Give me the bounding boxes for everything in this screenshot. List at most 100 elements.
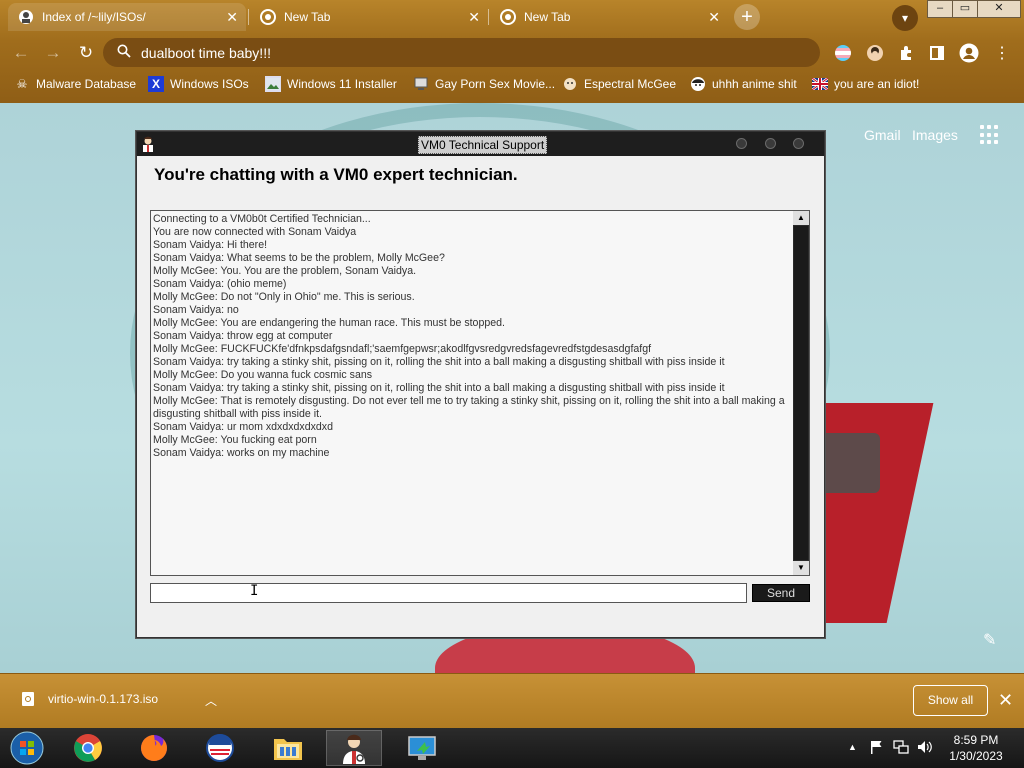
- obama-logo-icon[interactable]: [192, 730, 248, 766]
- download-file-name: virtio-win-0.1.173.iso: [48, 692, 159, 706]
- google-apps-grid-icon[interactable]: [980, 125, 1000, 145]
- chat-message: Molly McGee: That is remotely disgusting…: [153, 395, 788, 420]
- customize-pencil-icon[interactable]: ✎: [983, 630, 996, 650]
- technician-icon: [141, 136, 155, 152]
- chat-message: Molly McGee: You are endangering the hum…: [153, 317, 505, 329]
- chat-message: Molly McGee: You. You are the problem, S…: [153, 265, 417, 277]
- bookmark-malware-database[interactable]: ☠ Malware Database: [14, 74, 136, 94]
- tab-close-icon[interactable]: ✕: [468, 9, 480, 25]
- file-explorer-icon[interactable]: [260, 730, 316, 766]
- forward-arrow-icon[interactable]: →: [42, 42, 64, 64]
- vm0-support-window: VM0 Technical Support You're chatting wi…: [136, 131, 825, 638]
- tab-index-isos[interactable]: Index of /~lily/ISOs/ ✕: [8, 3, 246, 31]
- tab-title: Index of /~lily/ISOs/: [42, 10, 146, 24]
- chat-messages: Connecting to a VM0b0t Certified Technic…: [153, 213, 789, 460]
- taskbar-clock[interactable]: 8:59 PM 1/30/2023: [944, 732, 1008, 764]
- chrome-taskbar-icon[interactable]: [60, 730, 116, 766]
- download-item[interactable]: virtio-win-0.1.173.iso: [22, 692, 158, 706]
- bookmark-gay-porn-sex-movie[interactable]: Gay Porn Sex Movie...: [413, 74, 555, 94]
- chat-heading: You're chatting with a VM0 expert techni…: [154, 165, 518, 184]
- profile-avatar-icon[interactable]: [958, 42, 980, 64]
- monitor-taskbar-icon[interactable]: [394, 730, 450, 766]
- chat-message: Sonam Vaidya: throw egg at computer: [153, 330, 333, 342]
- show-all-button[interactable]: Show all: [913, 685, 988, 716]
- tab-new-tab-2[interactable]: New Tab ✕: [490, 3, 728, 31]
- address-input[interactable]: [141, 44, 741, 61]
- chat-message: Sonam Vaidya: What seems to be the probl…: [153, 252, 445, 264]
- chat-scrollbar[interactable]: ▲ ▼: [793, 211, 809, 575]
- firefox-taskbar-icon[interactable]: [126, 730, 182, 766]
- bookmark-espectral-mcgee[interactable]: Espectral McGee: [562, 74, 676, 94]
- bookmark-you-are-an-idiot[interactable]: you are an idiot!: [812, 74, 919, 94]
- new-tab-button[interactable]: +: [734, 4, 760, 30]
- chat-message: Sonam Vaidya: (ohio meme): [153, 278, 287, 290]
- chat-message: You are now connected with Sonam Vaidya: [153, 226, 357, 238]
- maximize-button[interactable]: ▭: [952, 0, 978, 18]
- chat-message: Sonam Vaidya: ur mom xdxdxdxdxdxd: [153, 421, 333, 433]
- bookmark-windows-11-installer[interactable]: Windows 11 Installer: [265, 74, 397, 94]
- bookmark-uhhh-anime-shit[interactable]: uhhh anime shit: [690, 74, 797, 94]
- character-favicon-icon: [562, 76, 578, 92]
- x-logo-icon: X: [148, 76, 164, 92]
- close-window-button[interactable]: ✕: [977, 0, 1021, 18]
- volume-icon[interactable]: [917, 740, 933, 757]
- images-link[interactable]: Images: [912, 127, 958, 143]
- avatar-extension-icon[interactable]: [864, 42, 886, 64]
- skull-icon: ☠: [16, 77, 28, 91]
- clock-date: 1/30/2023: [949, 749, 1003, 763]
- scroll-up-arrow-icon[interactable]: ▲: [793, 211, 809, 225]
- back-arrow-icon[interactable]: ←: [10, 42, 32, 64]
- bookmark-windows-isos[interactable]: X Windows ISOs: [148, 74, 249, 94]
- kebab-menu-icon[interactable]: ⋮: [991, 42, 1013, 64]
- reload-icon[interactable]: ↻: [75, 42, 97, 64]
- action-center-flag-icon[interactable]: [869, 740, 883, 757]
- chat-message: Molly McGee: Do not "Only in Ohio" me. T…: [153, 291, 415, 303]
- bookmarks-bar: ☠ Malware Database X Windows ISOs Window…: [0, 70, 1024, 99]
- chrome-favicon-icon: [500, 9, 516, 25]
- vm0-support-taskbar-icon[interactable]: [326, 730, 382, 766]
- trans-flag-extension-icon[interactable]: [832, 42, 854, 64]
- chat-message: Sonam Vaidya: try taking a stinky shit, …: [153, 382, 725, 394]
- tab-close-icon[interactable]: ✕: [708, 9, 720, 25]
- image-favicon-icon: [265, 76, 281, 92]
- chat-message: Sonam Vaidya: Hi there!: [153, 239, 268, 251]
- window-titlebar[interactable]: VM0 Technical Support: [137, 132, 824, 156]
- chrome-favicon-icon: [260, 9, 276, 25]
- window-close-button[interactable]: [793, 138, 804, 149]
- gmail-link[interactable]: Gmail: [864, 127, 901, 143]
- minimize-button[interactable]: –: [927, 0, 953, 18]
- chevron-up-icon[interactable]: ︿: [205, 692, 217, 709]
- scroll-down-arrow-icon[interactable]: ▼: [793, 561, 809, 575]
- tab-new-tab-1[interactable]: New Tab ✕: [250, 3, 488, 31]
- window-maximize-button[interactable]: [765, 138, 776, 149]
- chat-message: Molly McGee: Do you wanna fuck cosmic sa…: [153, 369, 373, 381]
- clock-time: 8:59 PM: [953, 733, 999, 747]
- tab-separator: [488, 9, 489, 25]
- network-icon[interactable]: [893, 740, 909, 757]
- tab-strip: Index of /~lily/ISOs/ ✕ New Tab ✕ New Ta…: [0, 0, 1024, 34]
- side-panel-icon[interactable]: [926, 42, 948, 64]
- chat-message: Sonam Vaidya: works on my machine: [153, 447, 330, 459]
- taskbar: ▲ 8:59 PM 1/30/2023: [0, 728, 1024, 768]
- tray-expand-chevron-icon[interactable]: ▲: [848, 742, 857, 752]
- uk-flag-icon: [812, 76, 828, 92]
- message-input[interactable]: [150, 583, 747, 603]
- tab-title: New Tab: [284, 10, 331, 24]
- start-orb-icon[interactable]: [0, 730, 54, 766]
- window-minimize-button[interactable]: [736, 138, 747, 149]
- background-art: [820, 433, 880, 493]
- chat-message: Sonam Vaidya: try taking a stinky shit, …: [153, 356, 725, 368]
- tab-title: New Tab: [524, 10, 571, 24]
- chat-log[interactable]: Connecting to a VM0b0t Certified Technic…: [150, 210, 810, 576]
- computer-favicon-icon: [413, 76, 429, 92]
- download-bar: virtio-win-0.1.173.iso ︿ Show all ✕: [0, 673, 1024, 729]
- chat-message: Sonam Vaidya: no: [153, 304, 239, 316]
- send-button[interactable]: Send: [752, 584, 810, 602]
- puzzle-extensions-icon[interactable]: [895, 42, 917, 64]
- tab-close-icon[interactable]: ✕: [226, 9, 238, 25]
- omnibox[interactable]: [103, 38, 820, 67]
- close-download-bar-icon[interactable]: ✕: [998, 690, 1013, 711]
- scrollbar-thumb[interactable]: [794, 226, 808, 560]
- anime-favicon-icon: [690, 76, 706, 92]
- tab-search-chevron-icon[interactable]: ▾: [892, 5, 918, 31]
